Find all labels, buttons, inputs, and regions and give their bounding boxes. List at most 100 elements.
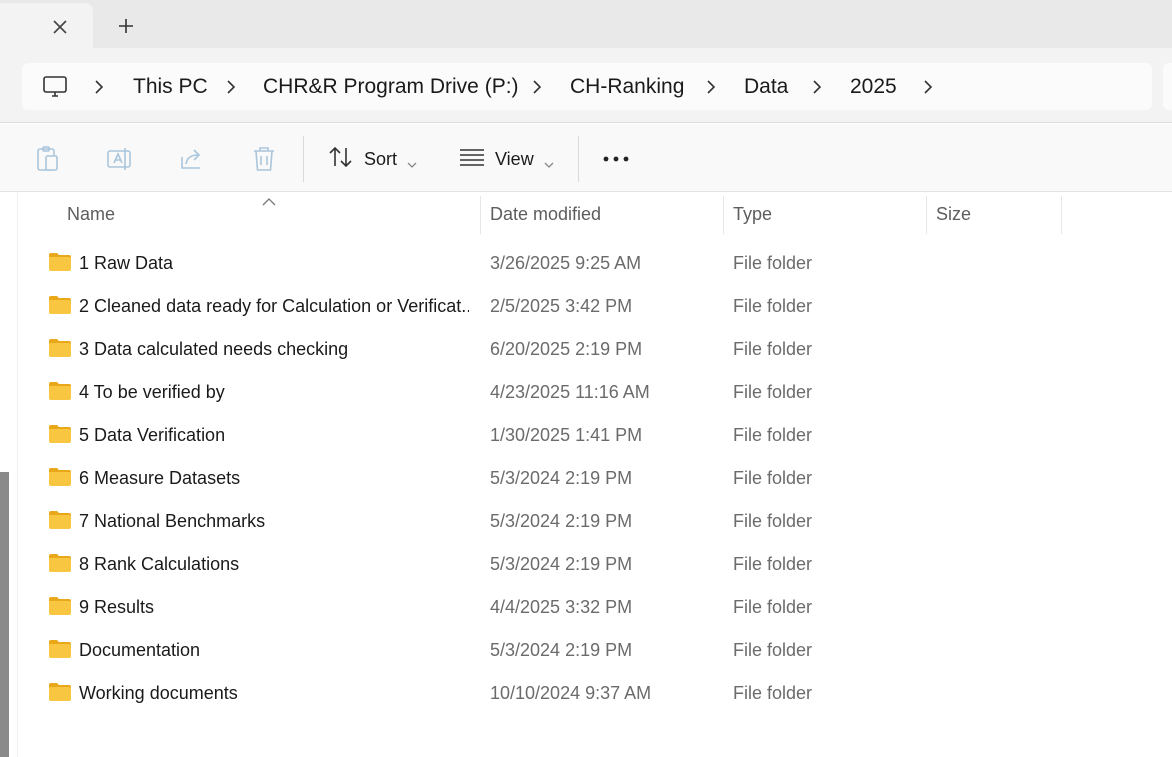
- date-modified: 3/26/2025 9:25 AM: [490, 253, 642, 273]
- file-name: 9 Results: [79, 597, 155, 617]
- view-button[interactable]: View: [459, 142, 554, 176]
- file-type: File folder: [733, 468, 813, 488]
- column-header-name[interactable]: Name: [67, 204, 115, 225]
- file-name: Documentation: [79, 640, 201, 660]
- folder-icon: [48, 596, 72, 616]
- file-type: File folder: [733, 597, 813, 617]
- table-row[interactable]: 7 National Benchmarks 5/3/2024 2:19 PM Fil…: [18, 500, 1172, 543]
- date-modified: 1/30/2025 1:41 PM: [490, 425, 643, 445]
- file-type: File folder: [733, 296, 813, 316]
- date-modified: 5/3/2024 2:19 PM: [490, 468, 633, 488]
- rename-icon[interactable]: [106, 145, 134, 173]
- separator: [578, 136, 579, 182]
- folder-icon: [48, 467, 72, 487]
- file-type: File folder: [733, 640, 813, 660]
- sort-ascending-icon: [262, 193, 276, 206]
- paste-icon[interactable]: [34, 145, 62, 173]
- column-header-size[interactable]: Size: [936, 204, 971, 225]
- chevron-down-icon: [544, 154, 554, 168]
- folder-icon: [48, 295, 72, 315]
- column-divider[interactable]: [723, 196, 724, 234]
- close-icon[interactable]: [47, 14, 73, 40]
- command-bar: Sort View: [0, 124, 1172, 192]
- date-modified: 4/4/2025 3:32 PM: [490, 597, 633, 617]
- breadcrumb-this-pc[interactable]: This PC: [133, 75, 208, 99]
- file-type: File folder: [733, 683, 813, 703]
- table-row[interactable]: 6 Measure Datasets 5/3/2024 2:19 PM File f…: [18, 457, 1172, 500]
- chevron-right-icon[interactable]: [705, 79, 717, 95]
- file-type: File folder: [733, 511, 813, 531]
- table-row[interactable]: 9 Results 4/4/2025 3:32 PM File folder: [18, 586, 1172, 629]
- chevron-right-icon[interactable]: [225, 79, 237, 95]
- scrollbar-thumb[interactable]: [0, 472, 9, 757]
- file-name: 4 To be verified by: [79, 382, 225, 402]
- address-bar[interactable]: This PC CHR&R Program Drive (P:) CH-Rank…: [22, 63, 1152, 110]
- sort-icon: [328, 145, 354, 174]
- breadcrumb-2025[interactable]: 2025: [850, 75, 897, 99]
- monitor-icon[interactable]: [42, 74, 68, 100]
- chevron-right-icon[interactable]: [93, 79, 105, 95]
- chevron-down-icon: [407, 154, 417, 168]
- view-label: View: [495, 148, 534, 169]
- folder-icon: [48, 639, 72, 659]
- breadcrumb-program-drive[interactable]: CHR&R Program Drive (P:): [263, 75, 519, 99]
- file-name: 7 National Benchmarks: [79, 511, 266, 531]
- share-icon[interactable]: [178, 145, 206, 173]
- file-name: 5 Data Verification: [79, 425, 226, 445]
- file-name: 1 Raw Data: [79, 253, 174, 273]
- sort-button[interactable]: Sort: [328, 142, 417, 176]
- folder-icon: [48, 424, 72, 444]
- breadcrumb-ch-ranking[interactable]: CH-Ranking: [570, 75, 684, 99]
- date-modified: 5/3/2024 2:19 PM: [490, 511, 633, 531]
- table-row[interactable]: 1 Raw Data 3/26/2025 9:25 AM File folder: [18, 242, 1172, 285]
- table-row[interactable]: 3 Data calculated needs checking 6/20/202…: [18, 328, 1172, 371]
- browser-tab[interactable]: [0, 3, 93, 48]
- sort-label: Sort: [364, 148, 398, 169]
- table-row[interactable]: 4 To be verified by 4/23/2025 11:16 AM Fil…: [18, 371, 1172, 414]
- folder-icon: [48, 510, 72, 530]
- chevron-right-icon[interactable]: [811, 79, 823, 95]
- file-name: 3 Data calculated needs checking: [79, 339, 349, 359]
- file-name: 6 Measure Datasets: [79, 468, 241, 488]
- table-row[interactable]: Working documents 10/10/2024 9:37 AM File …: [18, 672, 1172, 715]
- column-header-row: Name Date modified Type Size: [18, 192, 1172, 236]
- column-divider[interactable]: [1061, 196, 1062, 234]
- folder-icon: [48, 553, 72, 573]
- column-divider[interactable]: [480, 196, 481, 234]
- chevron-right-icon[interactable]: [531, 79, 543, 95]
- folder-icon: [48, 682, 72, 702]
- breadcrumb-data[interactable]: Data: [744, 75, 788, 99]
- file-name: Working documents: [79, 683, 238, 703]
- table-row[interactable]: 8 Rank Calculations 5/3/2024 2:19 PM File …: [18, 543, 1172, 586]
- file-list-pane: Name Date modified Type Size 1 Raw Data 3…: [0, 192, 1172, 757]
- file-type: File folder: [733, 253, 813, 273]
- column-header-date-modified[interactable]: Date modified: [490, 204, 601, 225]
- delete-icon[interactable]: [250, 145, 278, 173]
- file-rows: 1 Raw Data 3/26/2025 9:25 AM File folder 2 …: [18, 242, 1172, 715]
- column-header-type[interactable]: Type: [733, 204, 772, 225]
- date-modified: 4/23/2025 11:16 AM: [490, 382, 650, 402]
- folder-icon: [48, 338, 72, 358]
- more-icon[interactable]: [602, 145, 630, 173]
- file-type: File folder: [733, 425, 813, 445]
- date-modified: 6/20/2025 2:19 PM: [490, 339, 643, 359]
- table-row[interactable]: 2 Cleaned data ready for Calculation or …: [18, 285, 1172, 328]
- date-modified: 10/10/2024 9:37 AM: [490, 683, 652, 703]
- date-modified: 2/5/2025 3:42 PM: [490, 296, 633, 316]
- table-row[interactable]: 5 Data Verification 1/30/2025 1:41 PM File…: [18, 414, 1172, 457]
- file-type: File folder: [733, 339, 813, 359]
- folder-icon: [48, 252, 72, 272]
- file-name: 2 Cleaned data ready for Calculation or …: [79, 296, 469, 316]
- tab-strip: [0, 0, 1172, 48]
- file-type: File folder: [733, 554, 813, 574]
- date-modified: 5/3/2024 2:19 PM: [490, 554, 633, 574]
- table-row[interactable]: Documentation 5/3/2024 2:19 PM File folder: [18, 629, 1172, 672]
- date-modified: 5/3/2024 2:19 PM: [490, 640, 633, 660]
- plus-icon[interactable]: [112, 12, 140, 40]
- folder-icon: [48, 381, 72, 401]
- column-divider[interactable]: [926, 196, 927, 234]
- navigation-pane-edge: [0, 192, 18, 757]
- file-type: File folder: [733, 382, 813, 402]
- search-box[interactable]: [1163, 63, 1172, 110]
- chevron-right-icon[interactable]: [922, 79, 934, 95]
